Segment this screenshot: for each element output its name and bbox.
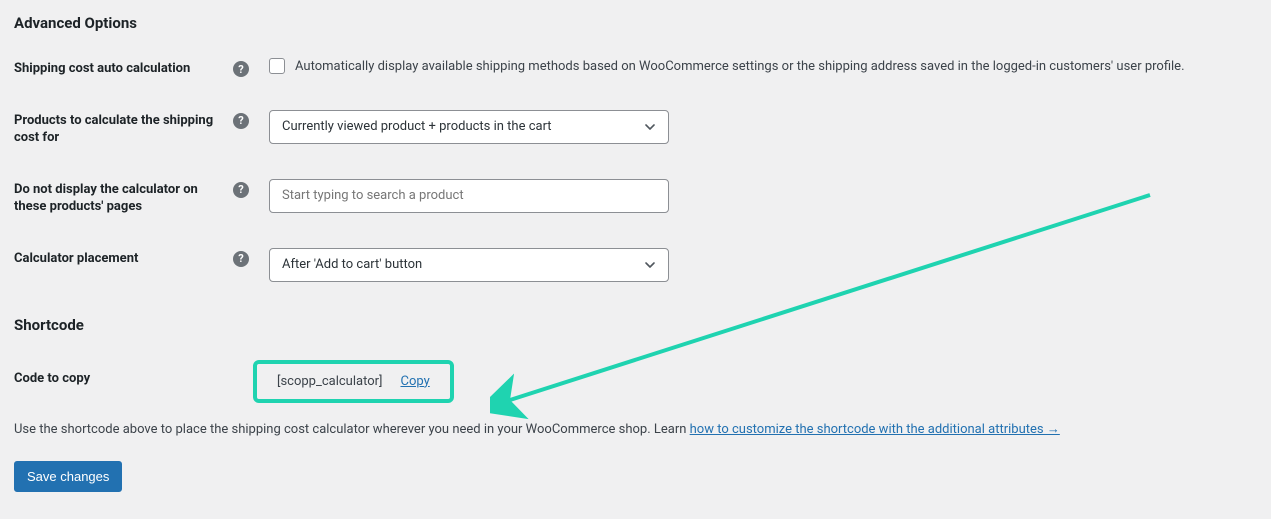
auto-calc-label: Shipping cost auto calculation	[14, 60, 190, 78]
placement-label: Calculator placement	[14, 250, 138, 268]
exclude-products-input[interactable]: Start typing to search a product	[269, 179, 669, 213]
code-to-copy-label: Code to copy	[14, 370, 90, 388]
save-changes-button[interactable]: Save changes	[14, 461, 122, 492]
auto-calc-description: Automatically display available shipping…	[295, 59, 1185, 74]
exclude-products-placeholder: Start typing to search a product	[282, 188, 464, 203]
auto-calc-checkbox[interactable]	[269, 58, 285, 74]
shortcode-desc-text: Use the shortcode above to place the shi…	[14, 422, 690, 437]
products-for-value: Currently viewed product + products in t…	[282, 119, 552, 134]
help-icon[interactable]: ?	[233, 251, 249, 267]
help-icon[interactable]: ?	[233, 61, 249, 77]
chevron-down-icon	[644, 121, 656, 133]
shortcode-code: [scopp_calculator]	[277, 374, 382, 389]
help-icon[interactable]: ?	[233, 113, 249, 129]
advanced-options-heading: Advanced Options	[14, 14, 1257, 32]
placement-select[interactable]: After 'Add to cart' button	[269, 248, 669, 282]
chevron-down-icon	[644, 259, 656, 271]
copy-link[interactable]: Copy	[400, 374, 429, 389]
shortcode-box: [scopp_calculator] Copy	[253, 360, 454, 403]
placement-value: After 'Add to cart' button	[282, 257, 422, 272]
help-icon[interactable]: ?	[233, 182, 249, 198]
shortcode-description: Use the shortcode above to place the shi…	[14, 421, 1257, 437]
products-for-select[interactable]: Currently viewed product + products in t…	[269, 110, 669, 144]
shortcode-heading: Shortcode	[14, 316, 1257, 334]
products-for-label: Products to calculate the shipping cost …	[14, 112, 214, 147]
customize-shortcode-link[interactable]: how to customize the shortcode with the …	[690, 422, 1060, 437]
exclude-products-label: Do not display the calculator on these p…	[14, 181, 214, 216]
